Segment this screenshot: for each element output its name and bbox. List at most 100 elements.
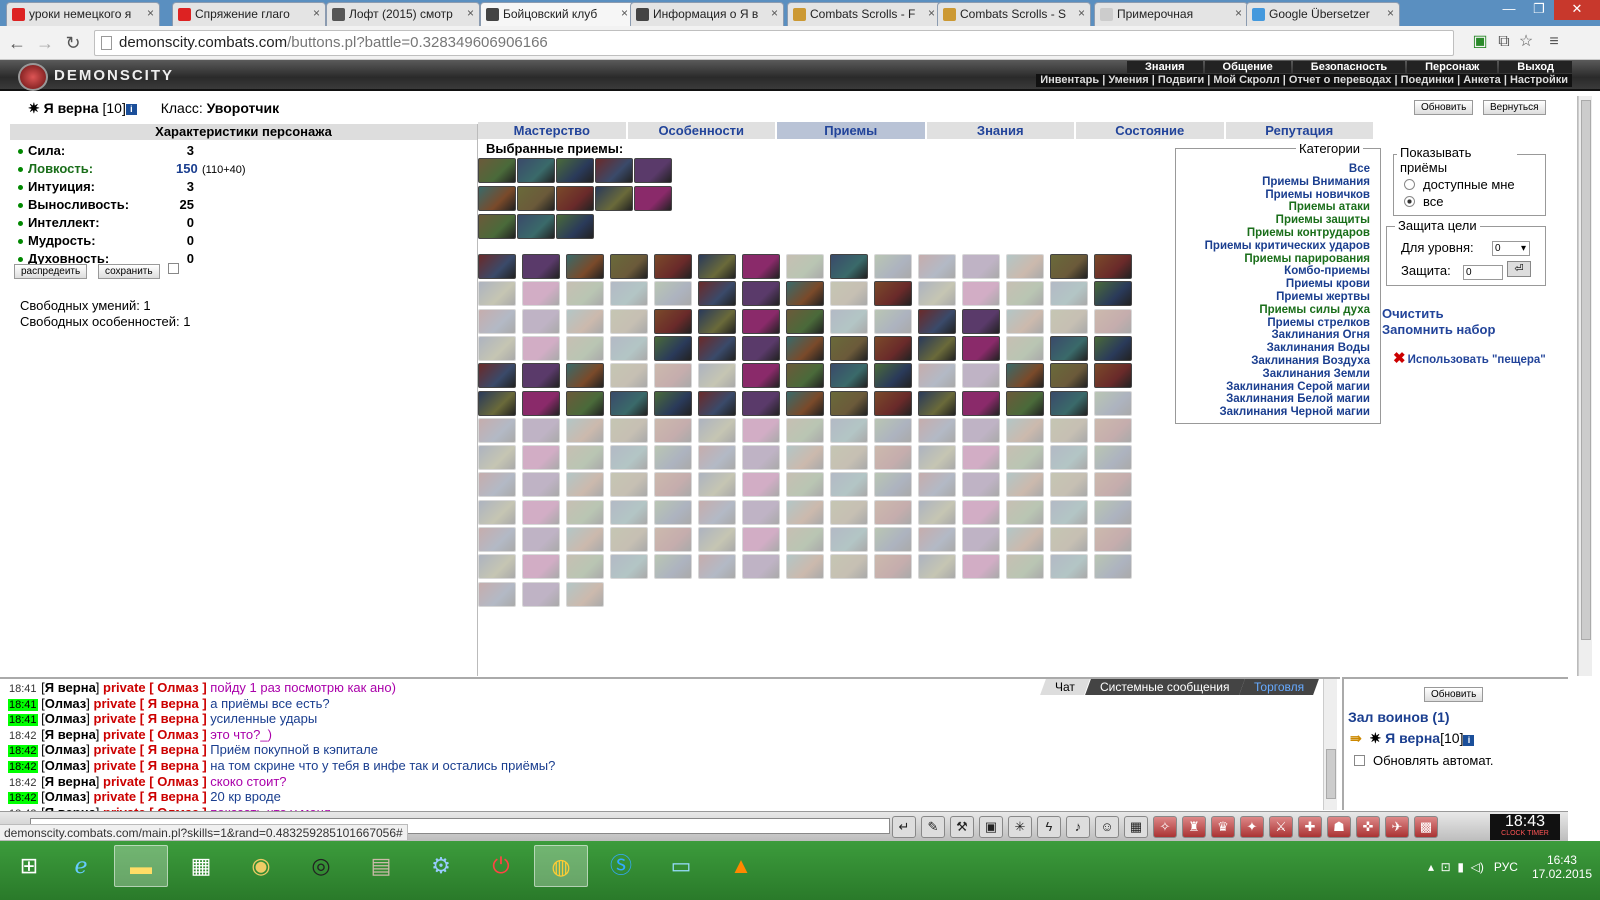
save-checkbox[interactable] [168, 263, 179, 274]
trick-icon[interactable] [610, 363, 648, 389]
trick-icon[interactable] [566, 472, 604, 498]
trick-icon[interactable] [610, 445, 648, 471]
trick-icon[interactable] [1050, 308, 1088, 334]
scrollbar-thumb[interactable] [1581, 100, 1591, 640]
selected-trick-icon[interactable] [517, 214, 555, 239]
protection-apply-button[interactable]: ⏎ [1507, 261, 1531, 277]
trick-icon[interactable] [874, 390, 912, 416]
trick-icon[interactable] [874, 472, 912, 498]
chat-time[interactable]: 18:42 [8, 745, 38, 758]
chat-scrollbar-thumb[interactable] [1326, 749, 1336, 799]
selected-trick-icon[interactable] [634, 158, 672, 183]
trick-icon[interactable] [1050, 554, 1088, 580]
trick-icon[interactable] [1006, 254, 1044, 279]
trick-icon[interactable] [918, 554, 956, 580]
trick-icon[interactable] [654, 254, 692, 279]
trick-icon[interactable] [1094, 445, 1132, 471]
chrome-icon[interactable]: ◍ [534, 845, 588, 887]
trick-icon[interactable] [654, 445, 692, 471]
trick-icon[interactable] [830, 363, 868, 389]
volume-icon[interactable]: ◁) [1471, 860, 1484, 874]
trick-icon[interactable] [742, 445, 780, 471]
selected-trick-icon[interactable] [556, 186, 594, 211]
trick-icon[interactable] [918, 335, 956, 361]
top-menu-item[interactable]: Безопасность [1292, 61, 1406, 73]
trick-icon[interactable] [918, 472, 956, 498]
trick-icon[interactable] [522, 581, 560, 607]
selected-trick-icon[interactable] [595, 186, 633, 211]
toolbar-action-icon[interactable]: ⚒ [950, 816, 974, 838]
explorer-icon[interactable]: ▬ [114, 845, 168, 887]
trick-icon[interactable] [1094, 472, 1132, 498]
trick-icon[interactable] [786, 390, 824, 416]
trick-icon[interactable] [874, 527, 912, 552]
toolbar-action-icon[interactable]: ▦ [1124, 816, 1148, 838]
trick-icon[interactable] [918, 417, 956, 443]
browser-tab[interactable]: Combats Scrolls - F × [787, 2, 941, 26]
toolbar-action-icon[interactable]: ✈ [1385, 816, 1409, 838]
start-icon[interactable]: ⊞ [2, 845, 56, 887]
category-link[interactable]: Приемы стрелков [1205, 317, 1370, 330]
trick-icon[interactable] [1006, 445, 1044, 471]
trick-icon[interactable] [1006, 390, 1044, 416]
trick-icon[interactable] [786, 308, 824, 334]
reload-icon[interactable]: ↻ [62, 32, 84, 54]
settings-app-icon[interactable]: ⚙ [414, 845, 468, 887]
chat-sender[interactable]: Олмаз [45, 742, 87, 757]
trick-icon[interactable] [1006, 308, 1044, 334]
browser-tab[interactable]: Информация о Я в × [630, 2, 784, 26]
ie-icon[interactable]: ℯ [54, 845, 108, 887]
trick-icon[interactable] [478, 335, 516, 361]
toolbar-action-icon[interactable]: ▣ [979, 816, 1003, 838]
trick-icon[interactable] [874, 335, 912, 361]
trick-icon[interactable] [522, 335, 560, 361]
chat-time[interactable]: 18:41 [8, 683, 38, 695]
trick-icon[interactable] [478, 445, 516, 471]
trick-icon[interactable] [918, 499, 956, 525]
trick-icon[interactable] [874, 445, 912, 471]
selected-trick-icon[interactable] [478, 158, 516, 183]
doc-icon[interactable]: ▤ [354, 845, 408, 887]
selected-trick-icon[interactable] [478, 214, 516, 239]
trick-icon[interactable] [786, 417, 824, 443]
trick-icon[interactable] [786, 281, 824, 307]
trick-icon[interactable] [1006, 472, 1044, 498]
trick-icon[interactable] [786, 527, 824, 552]
trick-icon[interactable] [1050, 254, 1088, 279]
tab-1[interactable]: Особенности [627, 122, 775, 139]
trick-icon[interactable] [830, 499, 868, 525]
info-icon[interactable]: i [1463, 735, 1475, 746]
bookmark-star-icon[interactable]: ☆ [1516, 32, 1536, 52]
category-link[interactable]: Приемы Внимания [1205, 176, 1370, 189]
trick-icon[interactable] [522, 281, 560, 307]
trick-icon[interactable] [874, 554, 912, 580]
use-cave-link[interactable]: ✖ Использовать "пещера" [1393, 351, 1546, 367]
trick-icon[interactable] [566, 254, 604, 279]
trick-icon[interactable] [830, 308, 868, 334]
trick-icon[interactable] [654, 335, 692, 361]
auto-refresh-checkbox[interactable]: Обновлять автомат. [1354, 753, 1493, 768]
trick-icon[interactable] [786, 363, 824, 389]
trick-icon[interactable] [1050, 472, 1088, 498]
top-menu-item[interactable]: Общение [1204, 61, 1291, 73]
chat-sender[interactable]: Олмаз [45, 758, 87, 773]
browser-tab[interactable]: Примерочная × [1094, 2, 1248, 26]
trick-icon[interactable] [522, 308, 560, 334]
trick-icon[interactable] [1094, 254, 1132, 279]
trick-icon[interactable] [1006, 417, 1044, 443]
trick-icon[interactable] [566, 363, 604, 389]
close-tab-icon[interactable]: × [1235, 6, 1242, 20]
refresh-button[interactable]: Обновить [1414, 100, 1474, 115]
distribute-button[interactable]: распредеить [14, 264, 88, 279]
trick-icon[interactable] [566, 499, 604, 525]
trick-icon[interactable] [478, 581, 516, 607]
trick-icon[interactable] [522, 254, 560, 279]
extension-icon[interactable]: ▣ [1470, 32, 1490, 52]
trick-icon[interactable] [522, 363, 560, 389]
trick-icon[interactable] [962, 527, 1000, 552]
trick-icon[interactable] [610, 281, 648, 307]
trick-icon[interactable] [478, 499, 516, 525]
trick-icon[interactable] [610, 390, 648, 416]
trick-icon[interactable] [962, 335, 1000, 361]
trick-icon[interactable] [786, 499, 824, 525]
